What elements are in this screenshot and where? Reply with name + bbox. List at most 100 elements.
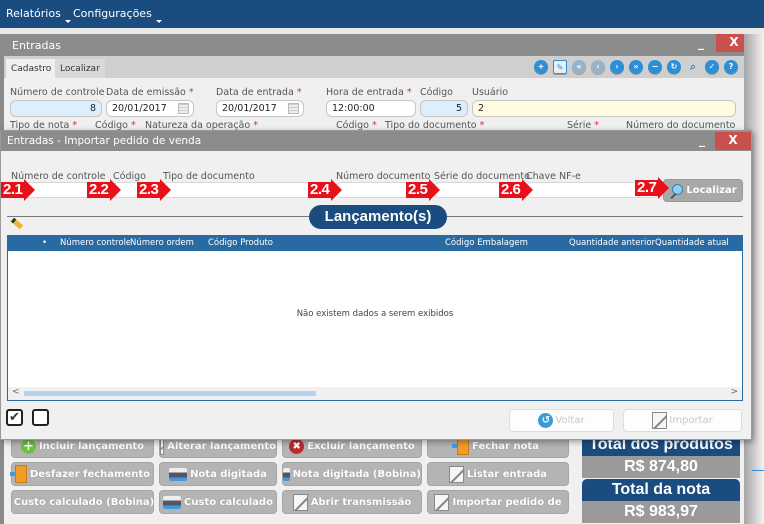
annotation-marker-2-1: 2.1 [1,179,36,201]
printer-icon [169,467,188,481]
nota-digitada-bobina-label: Nota digitada (Bobina) [292,468,421,480]
importar-label: Importar [669,415,713,426]
calendar-icon[interactable] [288,103,299,114]
importar-button[interactable]: Importar [623,409,742,432]
menu-relatorios[interactable]: Relatórios [6,7,71,23]
custo-calculado-button[interactable]: Custo calculado [159,490,277,514]
magnifier-icon [669,183,684,198]
filter-chave-nfe-label: Chave NF-e [526,171,581,182]
grid-header: • Número controle Número ordem Código Pr… [8,236,742,251]
column-header-numero-controle[interactable]: Número controle [60,238,130,248]
entradas-window-titlebar[interactable]: Entradas _ X [0,34,756,56]
annotation-marker-2-6: 2.6 [499,179,534,201]
top-menu-bar: Relatórios Configurações [0,0,764,28]
edit-icon[interactable]: ✎ [553,60,567,74]
tab-cadastro[interactable]: Cadastro [6,59,57,78]
caret-down-icon [155,20,162,23]
scrollbar-thumb[interactable] [24,391,316,396]
codigo-field[interactable]: 5 [420,100,468,117]
desfazer-fechamento-label: Desfazer fechamento [29,468,151,480]
custo-calculado-label: Custo calculado [184,496,273,508]
data-emissao-label-text: Data de emissão [106,87,186,98]
importar-pedido-button[interactable]: Importar pedido de [427,490,569,514]
calendar-icon[interactable] [178,103,189,114]
delete-icon: ✖ [289,438,305,454]
marker-label: 2.4 [308,181,332,198]
last-record-icon[interactable]: » [629,60,643,74]
voltar-button[interactable]: ↺ Voltar [509,409,614,432]
importar-pedido-label: Importar pedido de [452,496,562,508]
menu-configuracoes[interactable]: Configurações [73,7,162,23]
remove-icon[interactable]: − [648,60,662,74]
marker-label: 2.1 [1,181,25,198]
next-record-icon[interactable]: › [610,60,624,74]
hora-entrada-label-text: Hora de entrada [326,87,404,98]
pencil-edit-icon[interactable] [10,217,24,230]
lancamentos-grid: • Número controle Número ordem Código Pr… [7,235,743,401]
plus-icon: + [20,438,36,454]
select-all-checkbox[interactable]: ✔ [6,409,23,426]
total-nota-box: Total da nota R$ 983,97 [582,479,740,523]
marker-arrow-icon [522,179,534,201]
required-marker: * [296,87,302,98]
column-header-codigo-produto[interactable]: Código Produto [208,238,273,248]
dialog-minimize-button[interactable]: _ [691,131,713,151]
data-emissao-field[interactable]: 20/01/2017 [106,100,194,117]
marker-label: 2.7 [635,179,659,196]
required-marker: * [188,87,194,98]
filter-tipo-documento-label: Tipo de documento [163,171,255,182]
importar-pedido-dialog: Entradas - Importar pedido de venda _ X … [0,130,752,440]
document-edit-icon [292,493,308,511]
help-icon[interactable]: ? [724,60,738,74]
window-title: Entradas [12,39,61,52]
column-header-quantidade-anterior[interactable]: Quantidade anterior [569,238,655,248]
nota-digitada-bobina-button[interactable]: Nota digitada (Bobina) [282,462,422,486]
nota-digitada-button[interactable]: Nota digitada [159,462,277,486]
custo-calculado-bobina-button[interactable]: Custo calculado (Bobina) [11,490,154,514]
incluir-lancamento-label: Incluir lançamento [38,440,145,452]
nota-digitada-label: Nota digitada [190,468,267,480]
annotation-marker-2-5: 2.5 [406,179,441,201]
add-icon[interactable]: + [534,60,548,74]
usuario-field[interactable]: 2 [472,100,736,117]
door-icon [9,465,27,483]
column-header-numero-ordem[interactable]: Número ordem [130,238,194,248]
deselect-all-checkbox[interactable] [32,409,49,426]
codigo-label: Código [420,87,453,98]
column-header-select[interactable]: • [42,238,47,248]
first-record-icon[interactable]: « [572,60,586,74]
scroll-left-icon[interactable]: < [12,387,20,397]
marker-label: 2.5 [406,181,430,198]
search-icon[interactable]: ⌕ [686,60,700,74]
abrir-transmissao-button[interactable]: Abrir transmissão [282,490,422,514]
hora-entrada-field[interactable]: 12:00:00 [326,100,416,117]
scroll-right-icon[interactable]: > [730,387,738,397]
localizar-button[interactable]: Localizar [663,179,743,202]
confirm-icon[interactable]: ✓ [705,60,719,74]
marker-arrow-icon [24,179,36,201]
data-entrada-label-text: Data de entrada [216,87,294,98]
data-entrada-field[interactable]: 20/01/2017 [216,100,304,117]
column-header-quantidade-atual[interactable]: Quantidade atual [655,238,729,248]
data-entrada-label: Data de entrada * [216,87,302,98]
localizar-label: Localizar [686,185,737,196]
record-toolbar: + ✎ « ‹ › » − ↻ ⌕ ✓ ? [534,60,738,74]
tab-localizar[interactable]: Localizar [55,59,105,78]
listar-entrada-button[interactable]: Listar entrada [427,462,569,486]
numero-controle-field[interactable]: 8 [10,100,102,117]
column-header-codigo-embalagem[interactable]: Código Embalagem [445,238,528,248]
horizontal-scrollbar[interactable]: < > [8,387,742,400]
dialog-titlebar[interactable]: Entradas - Importar pedido de venda _ X [1,131,751,151]
previous-record-icon[interactable]: ‹ [591,60,605,74]
usuario-label: Usuário [472,87,509,98]
minimize-button[interactable]: _ [690,34,712,54]
filter-tipo-documento-input[interactable] [163,182,331,198]
dialog-close-button[interactable]: X [715,132,751,150]
refresh-icon[interactable]: ↻ [667,60,681,74]
desfazer-fechamento-button[interactable]: Desfazer fechamento [9,462,154,486]
numero-controle-label: Número de controle [10,87,105,98]
data-emissao-value: 20/01/2017 [112,103,167,114]
hora-entrada-label: Hora de entrada * [326,87,412,98]
annotation-marker-2-4: 2.4 [308,179,343,201]
total-nota-title: Total da nota [582,479,740,501]
